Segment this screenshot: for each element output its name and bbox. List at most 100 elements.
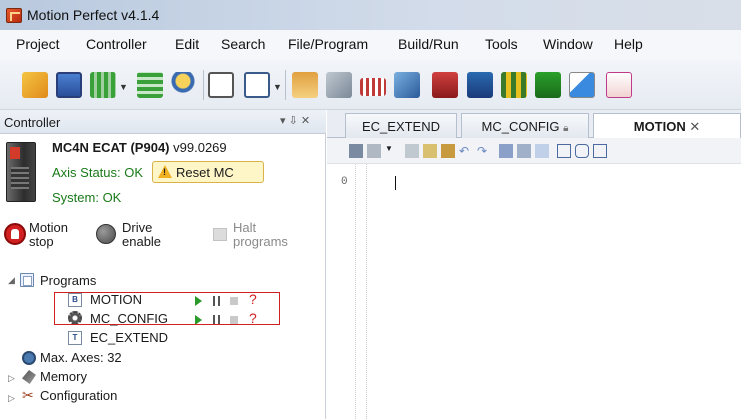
redo-icon[interactable]: ↷: [477, 144, 491, 158]
window-title: Motion Perfect v4.1.4: [27, 7, 160, 23]
editor-toolbar: ▼ ↶ ↷: [327, 138, 741, 164]
jog-axes-icon[interactable]: [394, 72, 420, 98]
controller-icon[interactable]: [170, 72, 196, 98]
main-toolbar: ▼ ▼: [0, 60, 741, 110]
tree-item-ec-extend[interactable]: EC_EXTEND: [90, 330, 168, 345]
controller-panel: Controller ▾ ⇩ ✕ MC4N ECAT (P904) v99.02…: [0, 110, 326, 419]
motion-stop-button[interactable]: Motion stop: [29, 221, 68, 249]
motion-stop-label-1: Motion: [29, 220, 69, 235]
code-editor[interactable]: 0: [327, 164, 741, 419]
pin-icon[interactable]: ▾ ⇩ ✕: [280, 114, 310, 127]
axis-parameters-icon[interactable]: [326, 72, 352, 98]
tree-item-max-axes[interactable]: Max. Axes: 32: [40, 350, 122, 365]
menu-bar: Project Controller Edit Search File/Prog…: [0, 30, 741, 60]
controller-device-icon: [6, 142, 36, 202]
terminal-icon[interactable]: [208, 72, 234, 98]
print-icon[interactable]: [367, 144, 381, 158]
replace-icon[interactable]: [535, 144, 549, 158]
save-icon[interactable]: [56, 72, 82, 98]
tree-collapse-icon[interactable]: ▷: [8, 373, 15, 384]
drive-enable-label-2: enable: [122, 234, 162, 249]
configuration-icon: ✂: [22, 387, 34, 403]
tree-item-programs[interactable]: Programs: [40, 273, 96, 288]
drive-enable-icon[interactable]: [96, 224, 116, 244]
menu-edit[interactable]: Edit: [175, 36, 199, 52]
line-number: 0: [341, 176, 348, 188]
device-model: MC4N ECAT (P904): [52, 140, 170, 155]
text-cursor: [395, 176, 396, 190]
tab-mc-config-label: MC_CONFIG: [481, 119, 560, 134]
line-gutter: 0: [327, 164, 367, 419]
app-icon: [6, 8, 22, 23]
tree-expand-icon[interactable]: ◢: [8, 275, 15, 286]
menu-build-run[interactable]: Build/Run: [398, 36, 459, 52]
tree-collapse-icon[interactable]: ▷: [8, 393, 15, 404]
drive-enable-button[interactable]: Drive enable: [122, 221, 161, 249]
vr-viewer-icon[interactable]: [501, 72, 527, 98]
panel-title: Controller: [4, 115, 61, 130]
device-version: v99.0269: [173, 140, 227, 155]
report-icon[interactable]: [606, 72, 632, 98]
comment-icon[interactable]: [575, 144, 589, 158]
bookmark-icon[interactable]: [557, 144, 571, 158]
warning-icon: [158, 165, 172, 178]
menu-tools[interactable]: Tools: [485, 36, 518, 52]
find-icon[interactable]: [517, 144, 531, 158]
halt-programs-icon[interactable]: [213, 228, 227, 241]
lock-icon: 🔒︎: [563, 123, 569, 134]
io-status-icon[interactable]: [360, 78, 386, 96]
table-viewer-icon[interactable]: [432, 72, 458, 98]
toolbar-separator: [203, 70, 204, 100]
halt-programs-label-2: programs: [233, 234, 288, 249]
memory-icon[interactable]: [535, 72, 561, 98]
editor-tab-strip: EC_EXTEND MC_CONFIG 🔒︎ MOTION ✕: [327, 110, 741, 139]
device-name: MC4N ECAT (P904) v99.0269: [52, 140, 227, 155]
save-icon[interactable]: [349, 144, 363, 158]
indent-icon[interactable]: [499, 144, 513, 158]
menu-project[interactable]: Project: [16, 36, 60, 52]
open-project-icon[interactable]: [22, 72, 48, 98]
title-bar: Motion Perfect v4.1.4: [0, 0, 741, 30]
system-status: System: OK: [52, 190, 122, 205]
menu-controller[interactable]: Controller: [86, 36, 147, 52]
scope-trace-icon[interactable]: [467, 72, 493, 98]
graph-icon[interactable]: [569, 72, 595, 98]
tab-motion-label: MOTION: [633, 119, 686, 134]
uncomment-icon[interactable]: [593, 144, 607, 158]
toolbar-separator: [285, 70, 286, 100]
drive-enable-label-1: Drive: [122, 220, 153, 235]
reset-mc-button[interactable]: Reset MC: [152, 161, 264, 183]
menu-file-program[interactable]: File/Program: [288, 36, 368, 52]
copy-icon[interactable]: [423, 144, 437, 158]
programs-folder-icon: [20, 273, 34, 287]
menu-search[interactable]: Search: [221, 36, 265, 52]
undo-icon[interactable]: ↶: [459, 144, 473, 158]
print-dropdown-icon[interactable]: ▼: [385, 144, 399, 158]
annotation-highlight-box: [54, 292, 280, 325]
axes-icon: [22, 351, 36, 365]
tab-ec-extend[interactable]: EC_EXTEND: [345, 113, 457, 138]
connect-dropdown-icon[interactable]: ▼: [119, 82, 128, 92]
close-tab-icon[interactable]: ✕: [689, 119, 700, 134]
tree-item-configuration[interactable]: Configuration: [40, 388, 117, 403]
halt-programs-label-1: Halt: [233, 220, 257, 235]
motion-stop-label-2: stop: [29, 234, 54, 249]
axis-status: Axis Status: OK: [52, 165, 144, 180]
memory-icon: [22, 370, 36, 384]
menu-window[interactable]: Window: [543, 36, 593, 52]
motion-stop-icon[interactable]: [4, 223, 26, 245]
window-dropdown-icon[interactable]: ▼: [273, 82, 282, 92]
paste-icon[interactable]: [441, 144, 455, 158]
connect-icon[interactable]: [90, 72, 116, 98]
disconnect-icon[interactable]: [137, 72, 163, 98]
controller-panel-header: Controller ▾ ⇩ ✕: [0, 110, 326, 134]
tab-mc-config[interactable]: MC_CONFIG 🔒︎: [461, 113, 589, 138]
cut-icon[interactable]: [405, 144, 419, 158]
menu-help[interactable]: Help: [614, 36, 643, 52]
tab-motion[interactable]: MOTION ✕: [593, 113, 741, 139]
halt-programs-button[interactable]: Halt programs: [233, 221, 288, 249]
tree-item-memory[interactable]: Memory: [40, 369, 87, 384]
text-file-icon: T: [68, 331, 82, 345]
oscilloscope-icon[interactable]: [292, 72, 318, 98]
window-icon[interactable]: [244, 72, 270, 98]
